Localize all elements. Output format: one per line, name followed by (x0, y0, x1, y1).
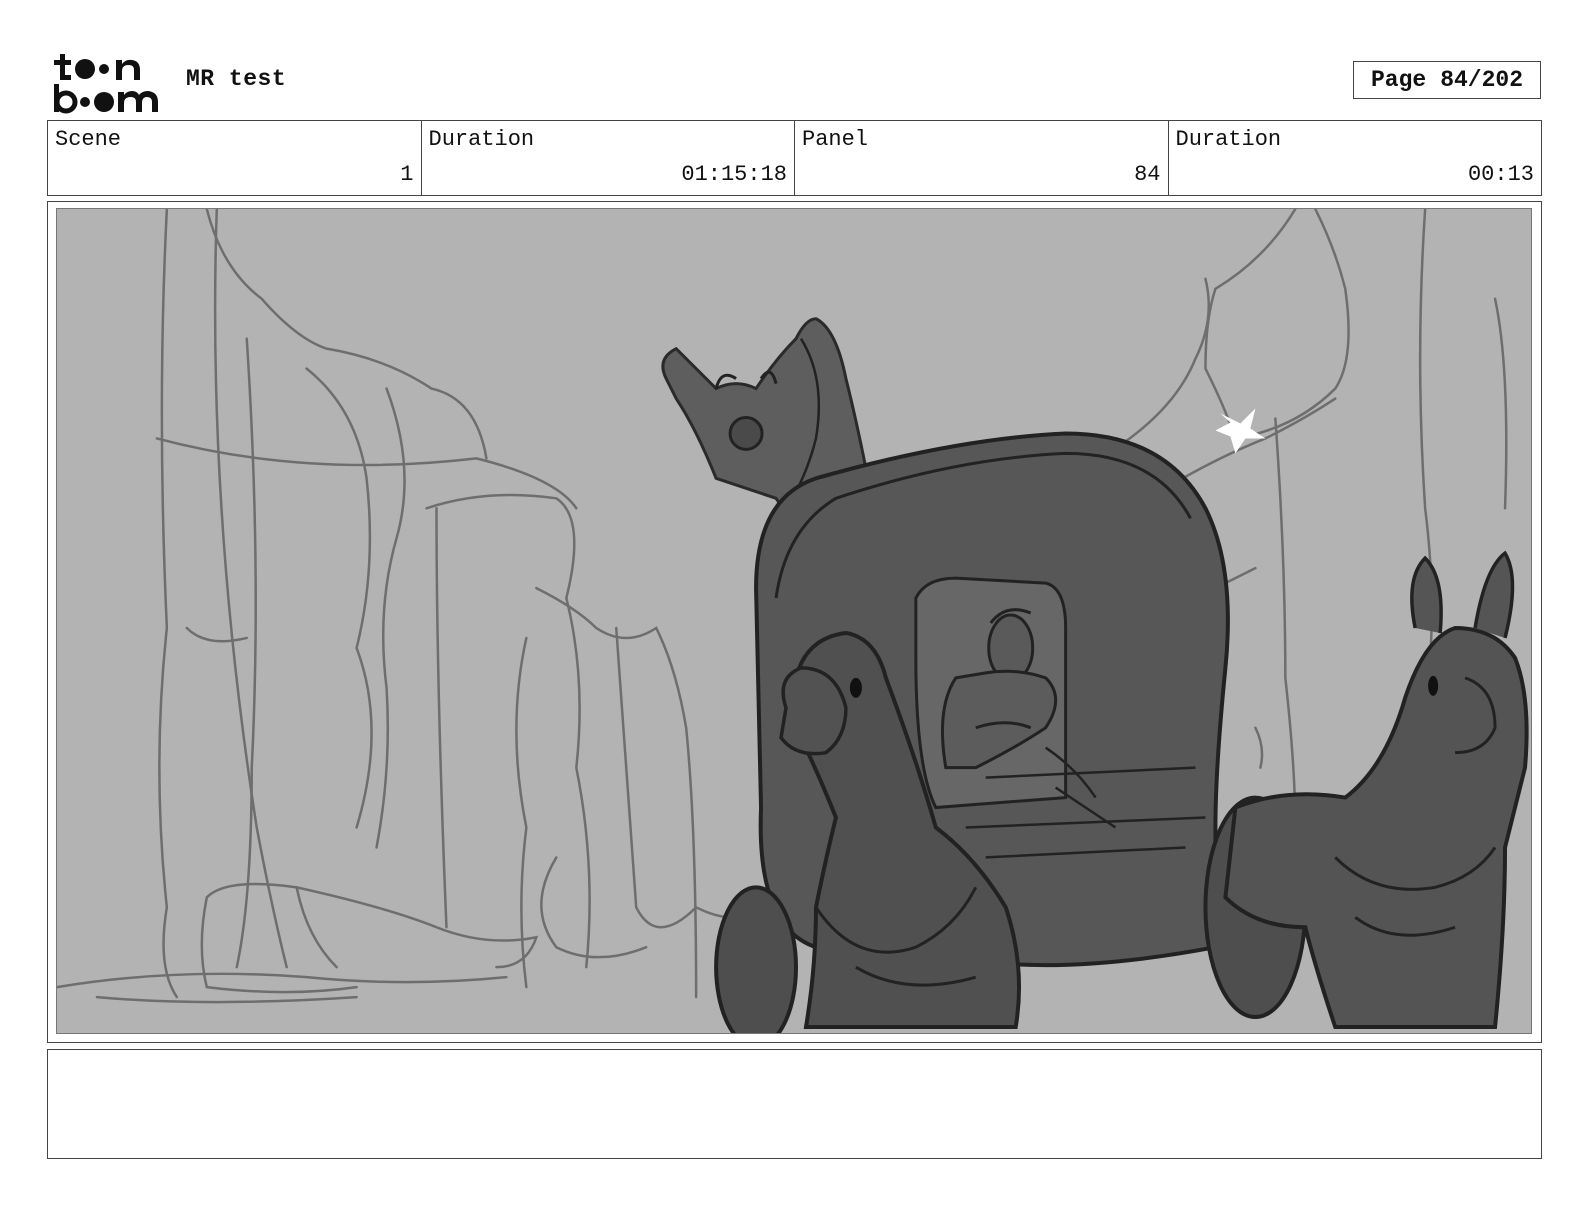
panel-duration-label: Duration (1175, 127, 1282, 152)
scene-cell: Scene 1 (48, 121, 422, 195)
page-indicator: Page 84/202 (1353, 61, 1541, 99)
panel-notes-box[interactable] (47, 1049, 1542, 1159)
panel-duration-value: 00:13 (1467, 162, 1534, 187)
storyboard-sketch (57, 209, 1531, 1033)
scene-duration-value: 01:15:18 (681, 162, 787, 187)
scene-value: 1 (400, 162, 414, 187)
scene-duration-cell: Duration 01:15:18 (422, 121, 795, 195)
panel-frame (47, 201, 1542, 1043)
page-label: Page (1370, 67, 1427, 93)
panel-label: Panel (802, 127, 869, 152)
panel-duration-cell: Duration 00:13 (1169, 121, 1542, 195)
project-title: MR test (186, 66, 287, 92)
toonboom-logo (50, 50, 168, 114)
panel-cell: Panel 84 (795, 121, 1169, 195)
panel-value: 84 (1134, 162, 1161, 187)
page-value: 84/202 (1440, 67, 1524, 93)
carriage-wheel-left (714, 885, 798, 1033)
scene-label: Scene (55, 127, 122, 152)
panel-info-row: Scene 1 Duration 01:15:18 Panel 84 Durat… (47, 120, 1542, 196)
scene-duration-label: Duration (428, 127, 535, 152)
storyboard-panel-image (56, 208, 1532, 1034)
